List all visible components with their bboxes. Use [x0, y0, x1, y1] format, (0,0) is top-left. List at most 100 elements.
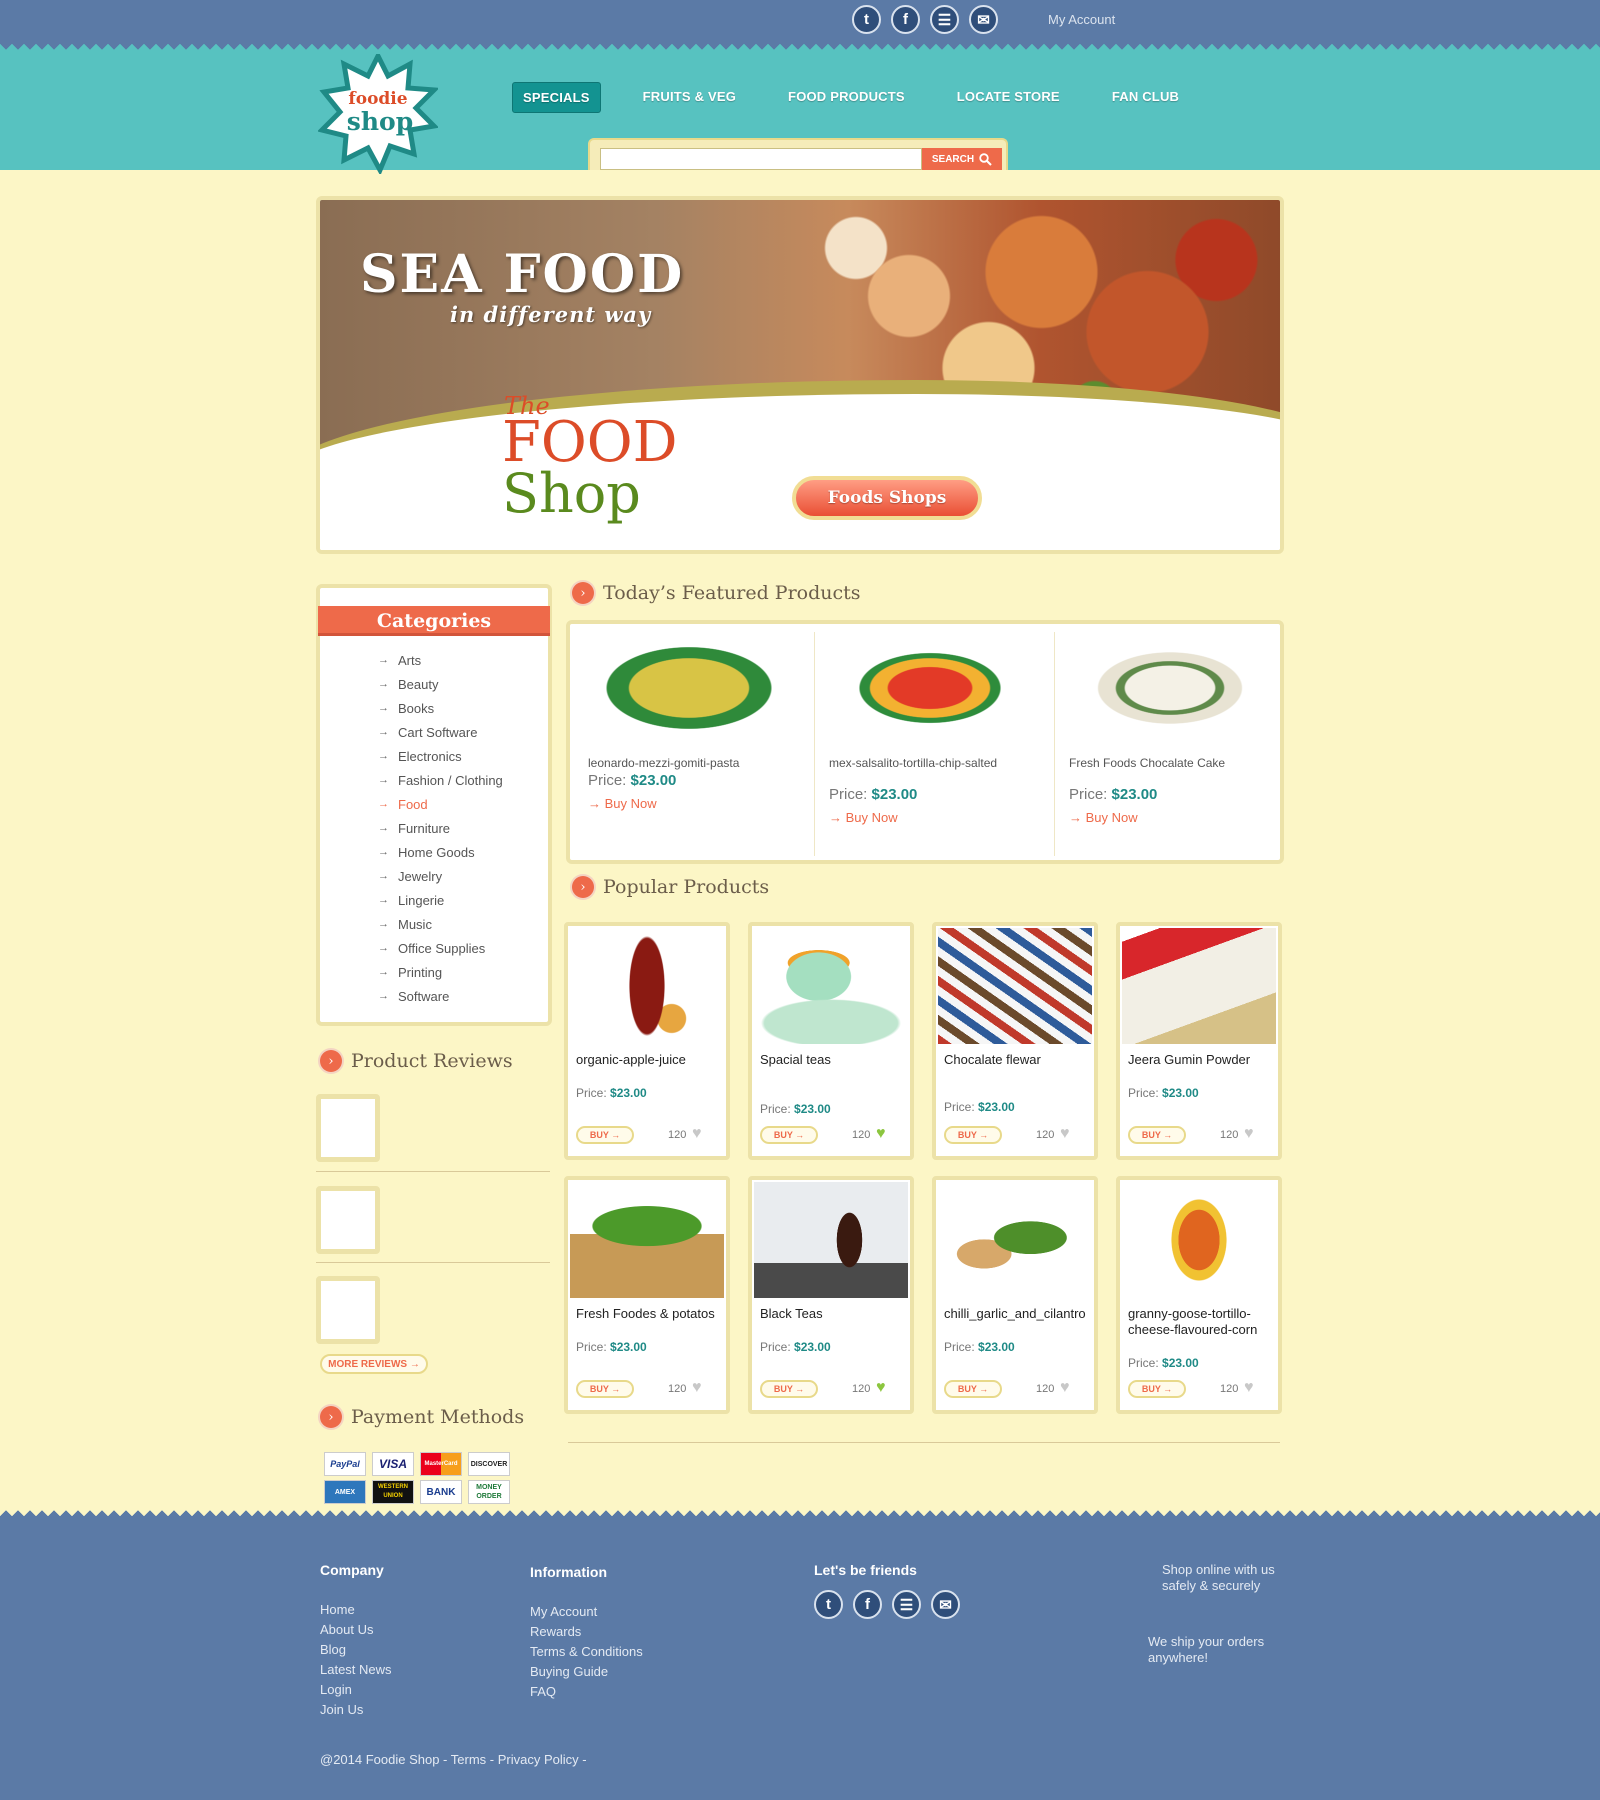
french-press-image[interactable] — [754, 1182, 908, 1298]
price-value: $23.00 — [630, 772, 677, 789]
tea-cup-image[interactable] — [754, 928, 908, 1044]
nav-food-products[interactable]: FOOD PRODUCTS — [778, 82, 915, 113]
footer-link-home[interactable]: Home — [320, 1602, 392, 1622]
tortilla-chips-bag-image[interactable] — [825, 636, 1035, 740]
search-button-label: SEARCH — [931, 153, 975, 165]
jeera-powder-pack-image[interactable] — [1122, 928, 1276, 1044]
buy-button[interactable]: BUY → — [1128, 1126, 1186, 1144]
search-input[interactable] — [600, 148, 922, 170]
facebook-icon[interactable]: f — [891, 5, 920, 34]
mail-icon[interactable]: ✉ — [969, 5, 998, 34]
vegetable-box-image[interactable] — [570, 1182, 724, 1298]
chocolate-cake-image[interactable] — [1065, 636, 1275, 740]
category-item-furniture[interactable]: → Furniture — [378, 816, 503, 840]
chocolate-flavour-image[interactable] — [938, 928, 1092, 1044]
header: foodie shop SPECIALS FRUITS & VEG FOOD P… — [0, 54, 1600, 174]
category-label: Music — [398, 916, 432, 932]
product-name[interactable]: Black Teas — [760, 1306, 910, 1322]
category-item-cart-software[interactable]: → Cart Software — [378, 720, 503, 744]
category-item-fashion[interactable]: → Fashion / Clothing — [378, 768, 503, 792]
footer-link-buying-guide[interactable]: Buying Guide — [530, 1664, 643, 1684]
footer-link-rewards[interactable]: Rewards — [530, 1624, 643, 1644]
category-label: Cart Software — [398, 724, 478, 740]
like-count: 120 — [1036, 1129, 1055, 1141]
category-item-software[interactable]: → Software — [378, 984, 503, 1008]
nav-fan-club[interactable]: FAN CLUB — [1102, 82, 1189, 113]
category-item-beauty[interactable]: → Beauty — [378, 672, 503, 696]
footer-link-join[interactable]: Join Us — [320, 1702, 392, 1722]
footer-link-my-account[interactable]: My Account — [530, 1604, 643, 1624]
nav-locate-store[interactable]: LOCATE STORE — [947, 82, 1070, 113]
heart-icon[interactable]: ♥ — [876, 1126, 886, 1142]
product-name[interactable]: organic-apple-juice — [576, 1052, 726, 1068]
buy-now-link[interactable]: → Buy Now — [1069, 810, 1138, 825]
featured-product-name[interactable]: leonardo-mezzi-gomiti-pasta — [588, 756, 739, 770]
buy-now-link[interactable]: → Buy Now — [829, 810, 898, 825]
foods-shops-button[interactable]: Foods Shops — [792, 476, 982, 520]
category-item-electronics[interactable]: → Electronics — [378, 744, 503, 768]
price-value: $23.00 — [1162, 1086, 1199, 1100]
foodie-shop-logo[interactable]: foodie shop — [318, 54, 438, 174]
review-thumbnail[interactable] — [316, 1094, 380, 1162]
footer-link-latest-news[interactable]: Latest News — [320, 1662, 392, 1682]
heart-icon[interactable]: ♥ — [692, 1126, 702, 1142]
more-reviews-button[interactable]: MORE REVIEWS → — [320, 1354, 428, 1374]
apple-juice-image[interactable] — [570, 928, 724, 1044]
product-name[interactable]: chilli_garlic_and_cilantro — [944, 1306, 1094, 1322]
product-name[interactable]: Chocalate flewar — [944, 1052, 1094, 1068]
heart-icon[interactable]: ♥ — [1244, 1126, 1254, 1142]
rss-icon[interactable]: ☰ — [930, 5, 959, 34]
twitter-icon[interactable]: t — [852, 5, 881, 34]
buy-button[interactable]: BUY → — [760, 1380, 818, 1398]
footer-link-blog[interactable]: Blog — [320, 1642, 392, 1662]
buy-button[interactable]: BUY → — [944, 1380, 1002, 1398]
footer-friends: Let's be friends t f ☰ ✉ — [814, 1562, 960, 1619]
footer-link-login[interactable]: Login — [320, 1682, 392, 1702]
nav-specials[interactable]: SPECIALS — [512, 82, 601, 113]
product-name[interactable]: granny-goose-tortillo-cheese-flavoured-c… — [1128, 1306, 1278, 1338]
buy-button[interactable]: BUY → — [944, 1126, 1002, 1144]
buy-button[interactable]: BUY → — [1128, 1380, 1186, 1398]
rss-icon[interactable]: ☰ — [892, 1590, 921, 1619]
heart-icon[interactable]: ♥ — [692, 1380, 702, 1396]
search-button[interactable]: SEARCH — [922, 148, 1002, 170]
buy-button[interactable]: BUY → — [760, 1126, 818, 1144]
heart-icon[interactable]: ♥ — [1060, 1126, 1070, 1142]
heart-icon[interactable]: ♥ — [1244, 1380, 1254, 1396]
category-item-books[interactable]: → Books — [378, 696, 503, 720]
featured-product-name[interactable]: Fresh Foods Chocalate Cake — [1069, 756, 1225, 770]
twitter-icon[interactable]: t — [814, 1590, 843, 1619]
review-thumbnail[interactable] — [316, 1276, 380, 1344]
category-item-printing[interactable]: → Printing — [378, 960, 503, 984]
heart-icon[interactable]: ♥ — [1060, 1380, 1070, 1396]
facebook-icon[interactable]: f — [853, 1590, 882, 1619]
product-name[interactable]: Jeera Gumin Powder — [1128, 1052, 1278, 1068]
mail-icon[interactable]: ✉ — [931, 1590, 960, 1619]
category-label: Fashion / Clothing — [398, 772, 503, 788]
mixed-fruit-pack-image[interactable] — [1122, 1182, 1276, 1298]
category-item-jewelry[interactable]: → Jewelry — [378, 864, 503, 888]
buy-now-link[interactable]: → Buy Now — [588, 796, 657, 811]
pasta-bag-image[interactable] — [584, 636, 794, 740]
buy-button[interactable]: BUY → — [576, 1380, 634, 1398]
like-count: 120 — [668, 1383, 687, 1395]
my-account-link[interactable]: My Account — [1048, 12, 1115, 27]
chevron-right-icon: › — [572, 876, 594, 898]
category-item-music[interactable]: → Music — [378, 912, 503, 936]
category-item-home-goods[interactable]: → Home Goods — [378, 840, 503, 864]
review-thumbnail[interactable] — [316, 1186, 380, 1254]
category-item-lingerie[interactable]: → Lingerie — [378, 888, 503, 912]
buy-button[interactable]: BUY → — [576, 1126, 634, 1144]
nav-fruits-veg[interactable]: FRUITS & VEG — [633, 82, 746, 113]
footer-link-faq[interactable]: FAQ — [530, 1684, 643, 1704]
category-item-food[interactable]: → Food — [378, 792, 503, 816]
product-name[interactable]: Fresh Foodes & potatos — [576, 1306, 726, 1322]
category-item-office-supplies[interactable]: → Office Supplies — [378, 936, 503, 960]
footer-link-about[interactable]: About Us — [320, 1622, 392, 1642]
featured-product-name[interactable]: mex-salsalito-tortilla-chip-salted — [829, 756, 997, 770]
product-name[interactable]: Spacial teas — [760, 1052, 910, 1068]
category-item-arts[interactable]: → Arts — [378, 648, 503, 672]
chilli-garlic-cilantro-image[interactable] — [938, 1182, 1092, 1298]
heart-icon[interactable]: ♥ — [876, 1380, 886, 1396]
footer-link-terms[interactable]: Terms & Conditions — [530, 1644, 643, 1664]
